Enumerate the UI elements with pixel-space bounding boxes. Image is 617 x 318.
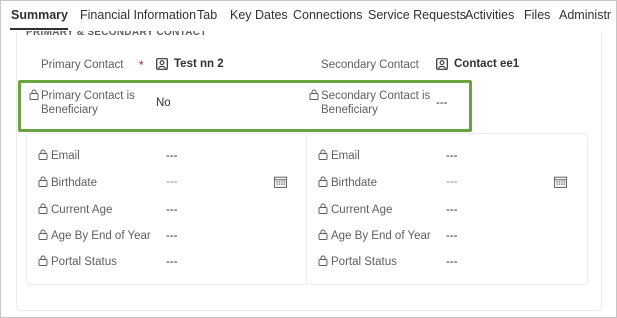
birthdate-label: Birthdate: [331, 177, 378, 189]
primary-contact-label: Primary Contact: [41, 59, 124, 71]
tab-administration[interactable]: Administr: [559, 8, 611, 22]
tab-connections[interactable]: Connections: [293, 8, 363, 22]
secondary-contact-lookup[interactable]: Contact ee1: [436, 58, 519, 70]
lock-icon: [318, 203, 328, 214]
contact-card-icon: [436, 58, 448, 70]
current-age-label: Current Age: [51, 204, 113, 216]
current-age-label: Current Age: [331, 204, 393, 216]
tab-key-dates[interactable]: Key Dates: [230, 8, 288, 22]
birthdate-value: ---: [166, 176, 178, 188]
required-indicator: *: [139, 58, 144, 72]
age-by-end-of-year-label: Age By End of Year: [331, 230, 431, 242]
lock-icon: [318, 149, 328, 160]
primary-contact-lookup[interactable]: Test nn 2: [156, 58, 224, 70]
lock-icon: [38, 229, 48, 240]
portal-status-label: Portal Status: [331, 256, 397, 268]
lock-icon: [318, 255, 328, 266]
email-value: ---: [446, 150, 458, 162]
tab-bar: Summary Financial Information Tab Key Da…: [1, 1, 616, 31]
lock-icon: [38, 203, 48, 214]
age-by-end-of-year-label: Age By End of Year: [51, 230, 151, 242]
lock-icon: [318, 176, 328, 187]
portal-status-label: Portal Status: [51, 256, 117, 268]
active-tab-indicator: [10, 28, 68, 30]
portal-status-value: ---: [446, 256, 458, 268]
tab-service-requests[interactable]: Service Requests: [368, 8, 466, 22]
tab-tab[interactable]: Tab: [197, 8, 217, 22]
contact-card-icon: [156, 58, 168, 70]
lock-icon: [38, 149, 48, 160]
current-age-value: ---: [446, 204, 458, 216]
calendar-icon[interactable]: [554, 176, 567, 188]
lock-icon: [38, 255, 48, 266]
email-label: Email: [51, 150, 80, 162]
beneficiary-highlight-box: [18, 80, 472, 132]
tab-financial-information[interactable]: Financial Information: [80, 8, 196, 22]
primary-contact-value[interactable]: Test nn 2: [174, 58, 224, 70]
current-age-value: ---: [166, 204, 178, 216]
email-label: Email: [331, 150, 360, 162]
lock-icon: [38, 176, 48, 187]
secondary-contact-label: Secondary Contact: [321, 59, 419, 71]
portal-status-value: ---: [166, 256, 178, 268]
email-value: ---: [166, 150, 178, 162]
tab-activities[interactable]: Activities: [465, 8, 514, 22]
tab-summary[interactable]: Summary: [11, 8, 68, 22]
age-by-end-of-year-value: ---: [446, 230, 458, 242]
secondary-contact-value[interactable]: Contact ee1: [454, 58, 519, 70]
age-by-end-of-year-value: ---: [166, 230, 178, 242]
birthdate-label: Birthdate: [51, 177, 98, 189]
lock-icon: [318, 229, 328, 240]
birthdate-value: ---: [446, 176, 458, 188]
form-window: PRIMARY & SECONDARY CONTACT Summary Fina…: [0, 0, 617, 318]
tab-files[interactable]: Files: [524, 8, 550, 22]
calendar-icon[interactable]: [274, 176, 287, 188]
